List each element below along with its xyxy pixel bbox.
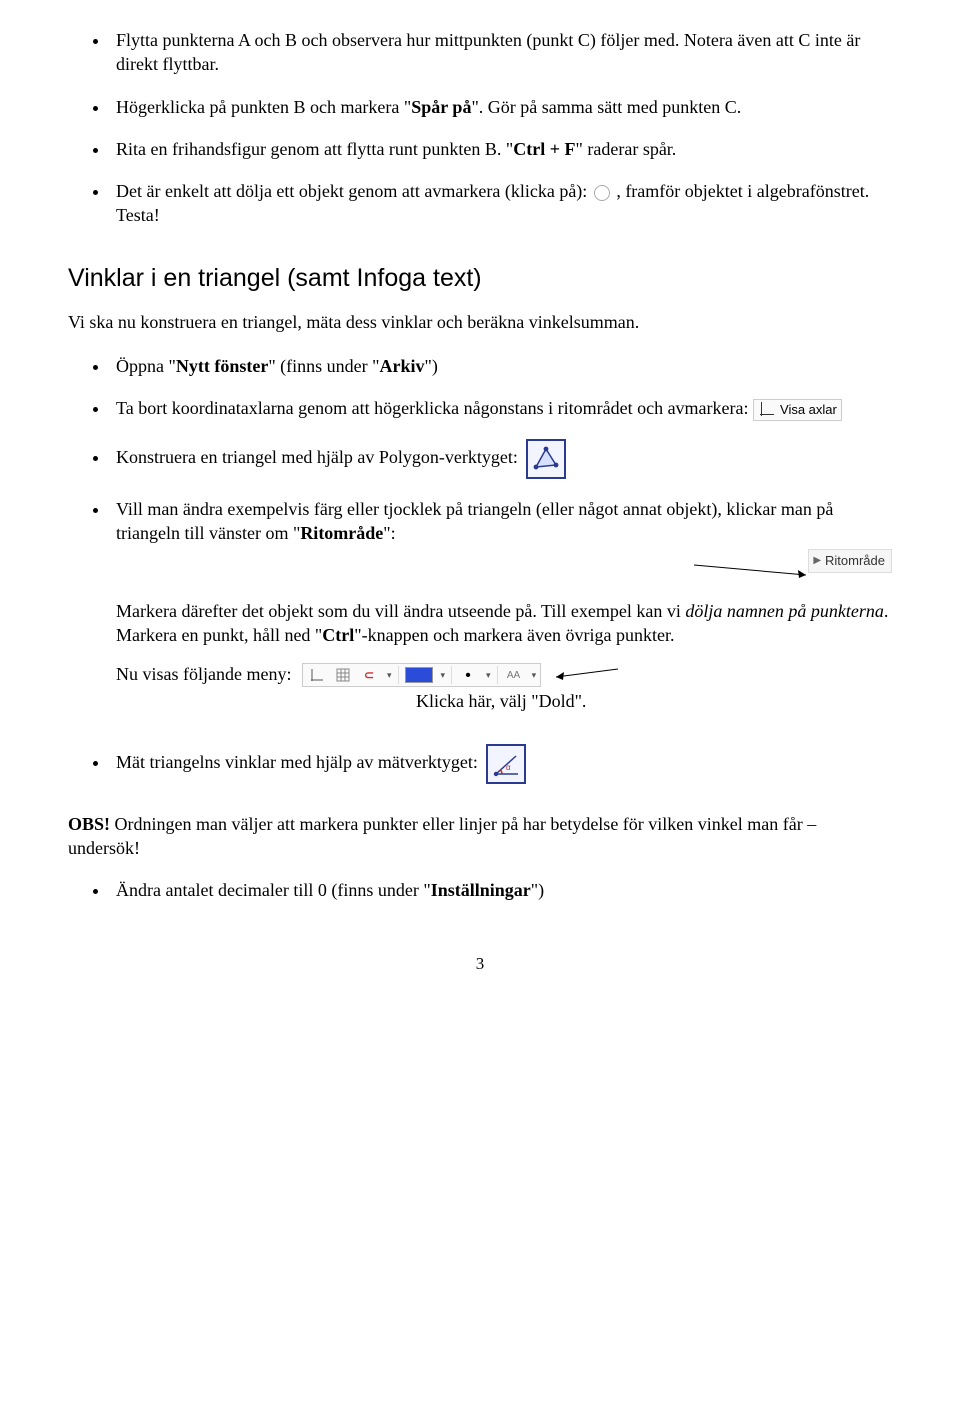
bullet-text: Ta bort koordinataxlarna genom att höger… [116,398,749,418]
bullet-item: Rita en frihandsfigur genom att flytta r… [110,137,892,161]
label-style-icon: AA [504,666,524,684]
bullet-text: " (finns under " [268,356,379,376]
bullet-text: Öppna " [116,356,176,376]
bullet-item: Flytta punkterna A och B och observera h… [110,28,892,77]
bold-text: Ctrl [322,625,354,645]
obs-label: OBS! [68,814,110,834]
bullet-text: Det är enkelt att dölja ett objekt genom… [116,181,592,201]
visibility-dot-icon [594,185,610,201]
point-style-icon: • [458,666,478,684]
bold-text: Arkiv [380,356,425,376]
section-heading: Vinklar i en triangel (samt Infoga text) [68,262,892,296]
bullet-text: Ändra antalet decimaler till 0 (finns un… [116,880,431,900]
bold-text: Nytt fönster [176,356,268,376]
obs-paragraph: OBS! Ordningen man väljer att markera pu… [68,812,892,861]
end-bullet-list: Ändra antalet decimaler till 0 (finns un… [68,878,892,902]
page-number: 3 [68,953,892,976]
bullet-item: Mät triangelns vinklar med hjälp av mätv… [110,744,892,784]
bullet-text: ") [531,880,544,900]
style-toolbar: ⊂ ▾ ▾ • ▾ AA ▾ [302,663,541,687]
axes-icon [307,666,327,684]
ritomrade-label: Ritområde [825,552,885,570]
bullet-item: Högerklicka på punkten B och markera "Sp… [110,95,892,119]
bold-text: Ritområde [300,523,383,543]
bullet-text: " raderar spår. [576,139,677,159]
dropdown-icon: ▾ [441,669,446,681]
paragraph-text: Markera därefter det objekt som du vill … [116,601,685,621]
klicka-text: Klicka här, välj "Dold". [416,689,892,713]
mid-bullet-list: Öppna "Nytt fönster" (finns under "Arkiv… [68,354,892,784]
bullet-text: ") [425,356,438,376]
bullet-item: Konstruera en triangel med hjälp av Poly… [110,439,892,479]
bullet-text: Konstruera en triangel med hjälp av Poly… [116,447,518,467]
svg-text:α: α [506,763,511,772]
dropdown-icon: ▾ [486,669,491,681]
lead-paragraph: Vi ska nu konstruera en triangel, mäta d… [68,310,892,334]
bullet-item: Vill man ändra exempelvis färg eller tjo… [110,497,892,714]
dropdown-icon: ▾ [387,669,392,681]
paragraph-text: Nu visas följande meny: [116,664,291,684]
bullet-item: Ändra antalet decimaler till 0 (finns un… [110,878,892,902]
chevron-right-icon: ▶ [813,554,821,568]
visa-axlar-label: Visa axlar [780,401,837,419]
bold-text: Spår på [411,97,471,117]
color-swatch [405,667,433,683]
bullet-text: Rita en frihandsfigur genom att flytta r… [116,139,513,159]
bullet-item: Öppna "Nytt fönster" (finns under "Arkiv… [110,354,892,378]
bullet-text: Högerklicka på punkten B och markera " [116,97,411,117]
bullet-text: Mät triangelns vinklar med hjälp av mätv… [116,752,478,772]
dropdown-icon: ▾ [532,669,537,681]
bullet-text: Vill man ändra exempelvis färg eller tjo… [116,499,833,543]
top-bullet-list: Flytta punkterna A och B och observera h… [68,28,892,228]
paragraph-text: "-knappen och markera även övriga punkte… [354,625,674,645]
angle-tool-icon: α [486,744,526,784]
obs-text: Ordningen man väljer att markera punkter… [68,814,816,858]
arrow-icon [694,561,814,583]
ritomrade-chip: ▶ Ritområde [808,549,892,573]
arrow-icon [550,665,620,685]
bold-text: Inställningar [431,880,531,900]
polygon-tool-icon [526,439,566,479]
bullet-text: ". Gör på samma sätt med punkten C. [471,97,741,117]
italic-text: dölja namnen på punkterna [685,601,883,621]
grid-icon [333,666,353,684]
bullet-text: ": [383,523,395,543]
visa-axlar-chip: Visa axlar [753,399,842,421]
bullet-item: Det är enkelt att dölja ett objekt genom… [110,179,892,228]
bullet-text: Flytta punkterna A och B och observera h… [116,30,860,74]
axes-icon [758,402,774,418]
bold-text: Ctrl + F [513,139,575,159]
undo-icon: ⊂ [359,666,379,684]
bullet-item: Ta bort koordinataxlarna genom att höger… [110,396,892,421]
